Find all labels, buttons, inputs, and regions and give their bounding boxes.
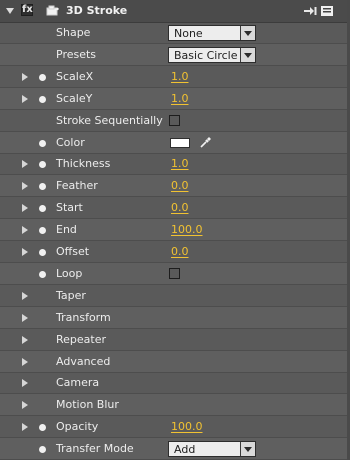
chevron-down-icon[interactable] (240, 442, 255, 457)
param-label: Repeater (56, 332, 107, 346)
effect-controls-panel: fx 3D Stroke Shape None Presets Basic Circl… (0, 0, 350, 460)
triangle-right-icon[interactable] (22, 182, 28, 191)
triangle-right-icon[interactable] (22, 204, 28, 213)
color-swatch[interactable] (170, 137, 190, 148)
param-label: Taper (56, 288, 86, 302)
keyframe-navigator-icon[interactable] (303, 5, 317, 17)
param-row-offset: Offset 0.0 (0, 241, 350, 263)
triangle-right-icon[interactable] (22, 313, 28, 322)
param-row-end: End 100.0 (0, 219, 350, 242)
stopwatch-icon[interactable] (39, 139, 46, 147)
stopwatch-icon[interactable] (39, 249, 46, 256)
param-row-camera: Camera (0, 372, 350, 395)
opacity-value[interactable]: 100.0 (171, 420, 203, 433)
param-row-scalex: ScaleX 1.0 (0, 66, 350, 88)
triangle-right-icon[interactable] (22, 379, 28, 388)
stopwatch-icon[interactable] (39, 270, 46, 278)
param-label: Presets (56, 47, 97, 61)
param-label: Start (56, 201, 83, 215)
start-value[interactable]: 0.0 (171, 201, 189, 214)
transfer_mode-dropdown[interactable]: Add (168, 441, 256, 458)
stopwatch-icon[interactable] (39, 227, 46, 235)
dropdown-value: Add (174, 443, 196, 457)
param-row-transform: Transform (0, 306, 350, 329)
param-row-thickness: Thickness 1.0 (0, 153, 350, 176)
param-label: ScaleX (56, 69, 94, 83)
eyedropper-icon[interactable] (198, 136, 212, 150)
chevron-down-icon[interactable] (240, 26, 255, 40)
param-label: ScaleY (56, 91, 93, 105)
plugin-icon (46, 5, 59, 16)
param-row-transfer_mode: Transfer Mode Add (0, 438, 350, 460)
param-label: End (56, 223, 77, 237)
param-row-start: Start 0.0 (0, 197, 350, 220)
stroke_seq-checkbox[interactable] (169, 114, 180, 126)
effect-header: fx 3D Stroke (0, 0, 350, 23)
triangle-right-icon[interactable] (22, 335, 28, 344)
param-row-taper: Taper (0, 285, 350, 307)
param-row-opacity: Opacity 100.0 (0, 416, 350, 439)
triangle-right-icon[interactable] (22, 226, 28, 235)
stopwatch-icon[interactable] (39, 161, 46, 169)
end-value[interactable]: 100.0 (171, 223, 203, 236)
param-label: Transform (56, 310, 111, 324)
triangle-right-icon[interactable] (22, 423, 28, 432)
param-row-motion_blur: Motion Blur (0, 394, 350, 417)
shape-dropdown[interactable]: None (168, 25, 256, 41)
param-row-repeater: Repeater (0, 329, 350, 351)
stopwatch-icon[interactable] (39, 73, 46, 81)
triangle-right-icon[interactable] (22, 248, 28, 256)
triangle-right-icon[interactable] (22, 94, 28, 103)
loop-checkbox[interactable] (169, 267, 180, 279)
param-row-presets: Presets Basic Circle (0, 43, 350, 66)
offset-value[interactable]: 0.0 (171, 245, 189, 258)
scaley-value[interactable]: 1.0 (171, 92, 189, 105)
stopwatch-icon[interactable] (39, 446, 46, 454)
dropdown-value: Basic Circle (174, 48, 238, 62)
dropdown-value: None (174, 27, 203, 40)
param-label: Shape (56, 26, 91, 39)
param-label: Motion Blur (56, 398, 119, 412)
param-row-loop: Loop (0, 262, 350, 285)
chevron-down-icon[interactable] (240, 47, 255, 62)
scalex-value[interactable]: 1.0 (171, 70, 189, 83)
param-row-color: Color (0, 131, 350, 154)
param-label: Thickness (56, 157, 111, 171)
param-label: Camera (56, 376, 100, 390)
presets-dropdown[interactable]: Basic Circle (168, 46, 256, 63)
param-label: Color (56, 135, 85, 149)
param-label: Opacity (56, 420, 99, 434)
param-row-feather: Feather 0.0 (0, 175, 350, 198)
feather-value[interactable]: 0.0 (171, 179, 189, 192)
triangle-down-icon[interactable] (6, 8, 14, 14)
effect-menu-icon[interactable] (320, 5, 334, 17)
param-label: Feather (56, 179, 98, 193)
triangle-right-icon[interactable] (22, 291, 28, 300)
thickness-value[interactable]: 1.0 (171, 157, 189, 170)
stopwatch-icon[interactable] (39, 95, 46, 103)
param-label: Transfer Mode (56, 442, 134, 456)
param-label: Loop (56, 266, 83, 280)
effect-title: 3D Stroke (66, 4, 128, 17)
stopwatch-icon[interactable] (39, 183, 46, 191)
triangle-right-icon[interactable] (22, 160, 28, 169)
param-row-shape: Shape None (0, 22, 350, 44)
param-row-advanced: Advanced (0, 350, 350, 373)
param-row-stroke_seq: Stroke Sequentially (0, 110, 350, 132)
param-label: Stroke Sequentially (56, 113, 163, 127)
stopwatch-icon[interactable] (39, 424, 46, 432)
triangle-right-icon[interactable] (22, 357, 28, 366)
triangle-right-icon[interactable] (22, 401, 28, 410)
fx-toggle[interactable]: fx (21, 4, 33, 16)
param-label: Advanced (56, 354, 111, 368)
triangle-right-icon[interactable] (22, 72, 28, 81)
param-row-scaley: ScaleY 1.0 (0, 87, 350, 110)
stopwatch-icon[interactable] (39, 205, 46, 213)
param-label: Offset (56, 245, 90, 258)
